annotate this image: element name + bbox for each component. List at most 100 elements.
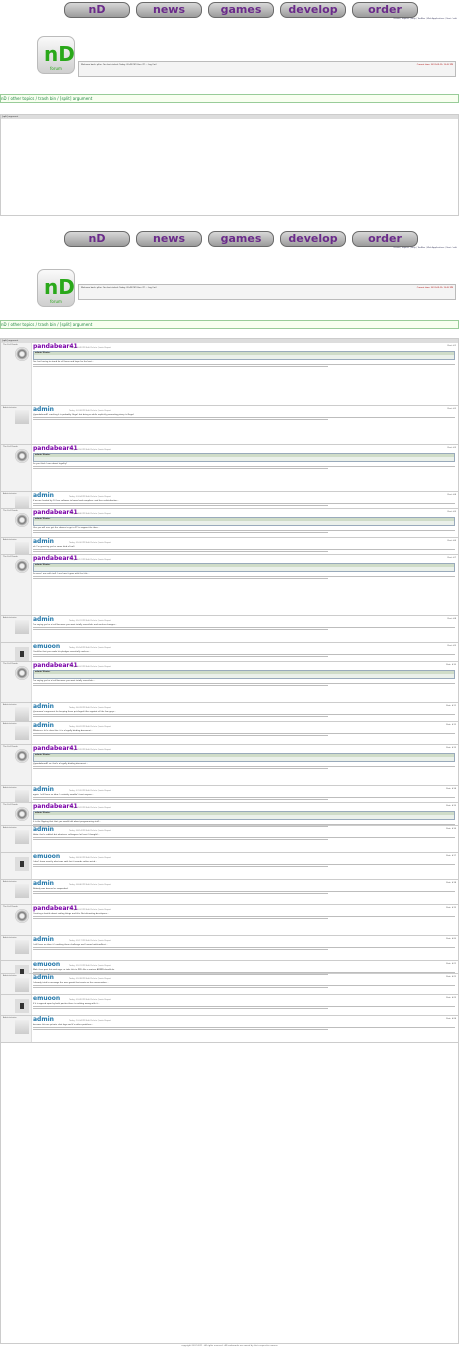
username-link[interactable]: admin [33,406,54,413]
post-meta[interactable]: Today, 06:41 PM Edit Delete Quote Report [69,726,111,728]
post-meta[interactable]: Today, 05:00 PM Edit Delete Quote Report [69,542,111,544]
post-number[interactable]: Post: #12 [446,724,456,726]
username-link[interactable]: admin [33,703,54,710]
username-link[interactable]: admin [33,1016,54,1023]
post-number[interactable]: Post: #17 [446,855,456,857]
username-link[interactable]: admin [33,974,54,981]
post-meta[interactable]: Today, 06:28 PM Edit Delete Quote Report [69,707,111,709]
post-number[interactable]: Post: #2 [448,408,456,410]
avatar[interactable] [15,542,29,556]
post-number[interactable]: Post: #5 [448,511,456,513]
post-meta[interactable]: Today, 09:02 PM Edit Delete Quote Report [69,909,111,911]
post-number[interactable]: Post: #18 [446,882,456,884]
post-number[interactable]: Post: #13 [446,747,456,749]
username-link[interactable]: admin [33,538,54,545]
avatar[interactable] [15,830,29,844]
top-links[interactable]: Forum | Imprint | Help | ToolBox | Web A… [394,247,457,249]
avatar[interactable] [15,1020,29,1034]
post-number[interactable]: Post: #14 [446,788,456,790]
post-meta[interactable]: Today, 04:40 PM Edit Delete Quote Report [69,513,111,515]
forum-logo[interactable]: nD forum [37,269,75,307]
nav-button-news[interactable]: news [136,2,202,18]
post-number[interactable]: Post: #8 [448,618,456,620]
username-link[interactable]: admin [33,936,54,943]
avatar[interactable] [15,666,29,680]
post-number[interactable]: Post: #7 [448,557,456,559]
forum-logo[interactable]: nD forum [37,36,75,74]
post-meta[interactable]: Today, 05:54 PM Edit Delete Quote Report [69,647,111,649]
nav-button-develop[interactable]: develop [280,231,346,247]
post-meta[interactable]: Today, 09:31 PM Edit Delete Quote Report [69,965,111,967]
post-number[interactable]: Post: #19 [446,907,456,909]
post-number[interactable]: Post: #10 [446,664,456,666]
nav-button-nd[interactable]: nD [64,2,130,18]
post-meta[interactable]: Today, 09:38 PM Edit Delete Quote Report [69,978,111,980]
avatar[interactable] [15,496,29,510]
avatar[interactable] [15,347,29,361]
avatar[interactable] [15,726,29,740]
post-number[interactable]: Post: #3 [448,447,456,449]
username-link[interactable]: emuoon [33,643,60,650]
username-link[interactable]: admin [33,880,54,887]
avatar[interactable] [15,999,29,1013]
post-meta[interactable]: Today, 10:04 PM Edit Delete Quote Report [69,1020,111,1022]
post-number[interactable]: Post: #9 [448,645,456,647]
post-meta[interactable]: Today, 06:02 PM Edit Delete Quote Report [69,666,111,668]
post-number[interactable]: Post: #20 [446,938,456,940]
post-meta[interactable]: Today, 02:08 PM Edit Delete Quote Report [69,410,111,412]
username-link[interactable]: admin [33,492,54,499]
post-meta[interactable]: Today, 08:46 PM Edit Delete Quote Report [69,884,111,886]
post-meta[interactable]: Today, 08:14 PM Edit Delete Quote Report [69,830,111,832]
post-number[interactable]: Post: #24 [446,1018,456,1020]
avatar[interactable] [15,749,29,763]
avatar[interactable] [15,790,29,804]
top-links[interactable]: Forum | Imprint | Help | ToolBox | Web A… [394,18,457,20]
post-meta[interactable]: Today, 05:31 PM Edit Delete Quote Report [69,620,111,622]
username-link[interactable]: admin [33,722,54,729]
nav-button-games[interactable]: games [208,231,274,247]
post-number[interactable]: Post: #21 [446,963,456,965]
avatar[interactable] [15,909,29,923]
avatar[interactable] [15,884,29,898]
nav-button-order[interactable]: order [352,231,418,247]
avatar[interactable] [15,978,29,992]
post-number[interactable]: Post: #23 [446,997,456,999]
post-meta[interactable]: Today, 02:50 PM Edit Delete Quote Report [69,449,111,451]
username-link[interactable]: emuoon [33,995,60,1002]
breadcrumb[interactable]: nD / other topics / trash bin / [split] … [0,320,459,329]
avatar[interactable] [15,807,29,821]
post-meta[interactable]: Today, 08:30 PM Edit Delete Quote Report [69,857,111,859]
avatar[interactable] [15,449,29,463]
username-link[interactable]: admin [33,826,54,833]
post-meta[interactable]: Today, 09:17 PM Edit Delete Quote Report [69,940,111,942]
avatar[interactable] [15,410,29,424]
nav-button-games[interactable]: games [208,2,274,18]
post-number[interactable]: Post: #11 [446,705,456,707]
post-number[interactable]: Post: #1 [448,345,456,347]
username-link[interactable]: admin [33,616,54,623]
nav-button-news[interactable]: news [136,231,202,247]
username-link[interactable]: admin [33,786,54,793]
post-meta[interactable]: Today, 07:09 PM Edit Delete Quote Report [69,749,111,751]
post-number[interactable]: Post: #22 [446,976,456,978]
post-number[interactable]: Post: #6 [448,540,456,542]
avatar[interactable] [15,857,29,871]
post-number[interactable]: Post: #4 [448,494,456,496]
post-meta[interactable]: Today, 07:26 PM Edit Delete Quote Report [69,790,111,792]
post-meta[interactable]: Today, 09:49 PM Edit Delete Quote Report [69,999,111,1001]
avatar[interactable] [15,620,29,634]
avatar[interactable] [15,559,29,573]
post-meta[interactable]: Today, 07:41 PM Edit Delete Quote Report [69,807,111,809]
avatar[interactable] [15,940,29,954]
avatar[interactable] [15,707,29,721]
nav-button-nd[interactable]: nD [64,231,130,247]
avatar[interactable] [15,647,29,661]
avatar[interactable] [15,513,29,527]
post-number[interactable]: Post: #16 [446,828,456,830]
nav-button-develop[interactable]: develop [280,2,346,18]
post-meta[interactable]: Today, 03:04 PM Edit Delete Quote Report [69,496,111,498]
post-number[interactable]: Post: #15 [446,805,456,807]
nav-button-order[interactable]: order [352,2,418,18]
breadcrumb[interactable]: nD / other topics / trash bin / [split] … [0,94,459,103]
post-meta[interactable]: Today, 05:12 PM Edit Delete Quote Report [69,559,111,561]
